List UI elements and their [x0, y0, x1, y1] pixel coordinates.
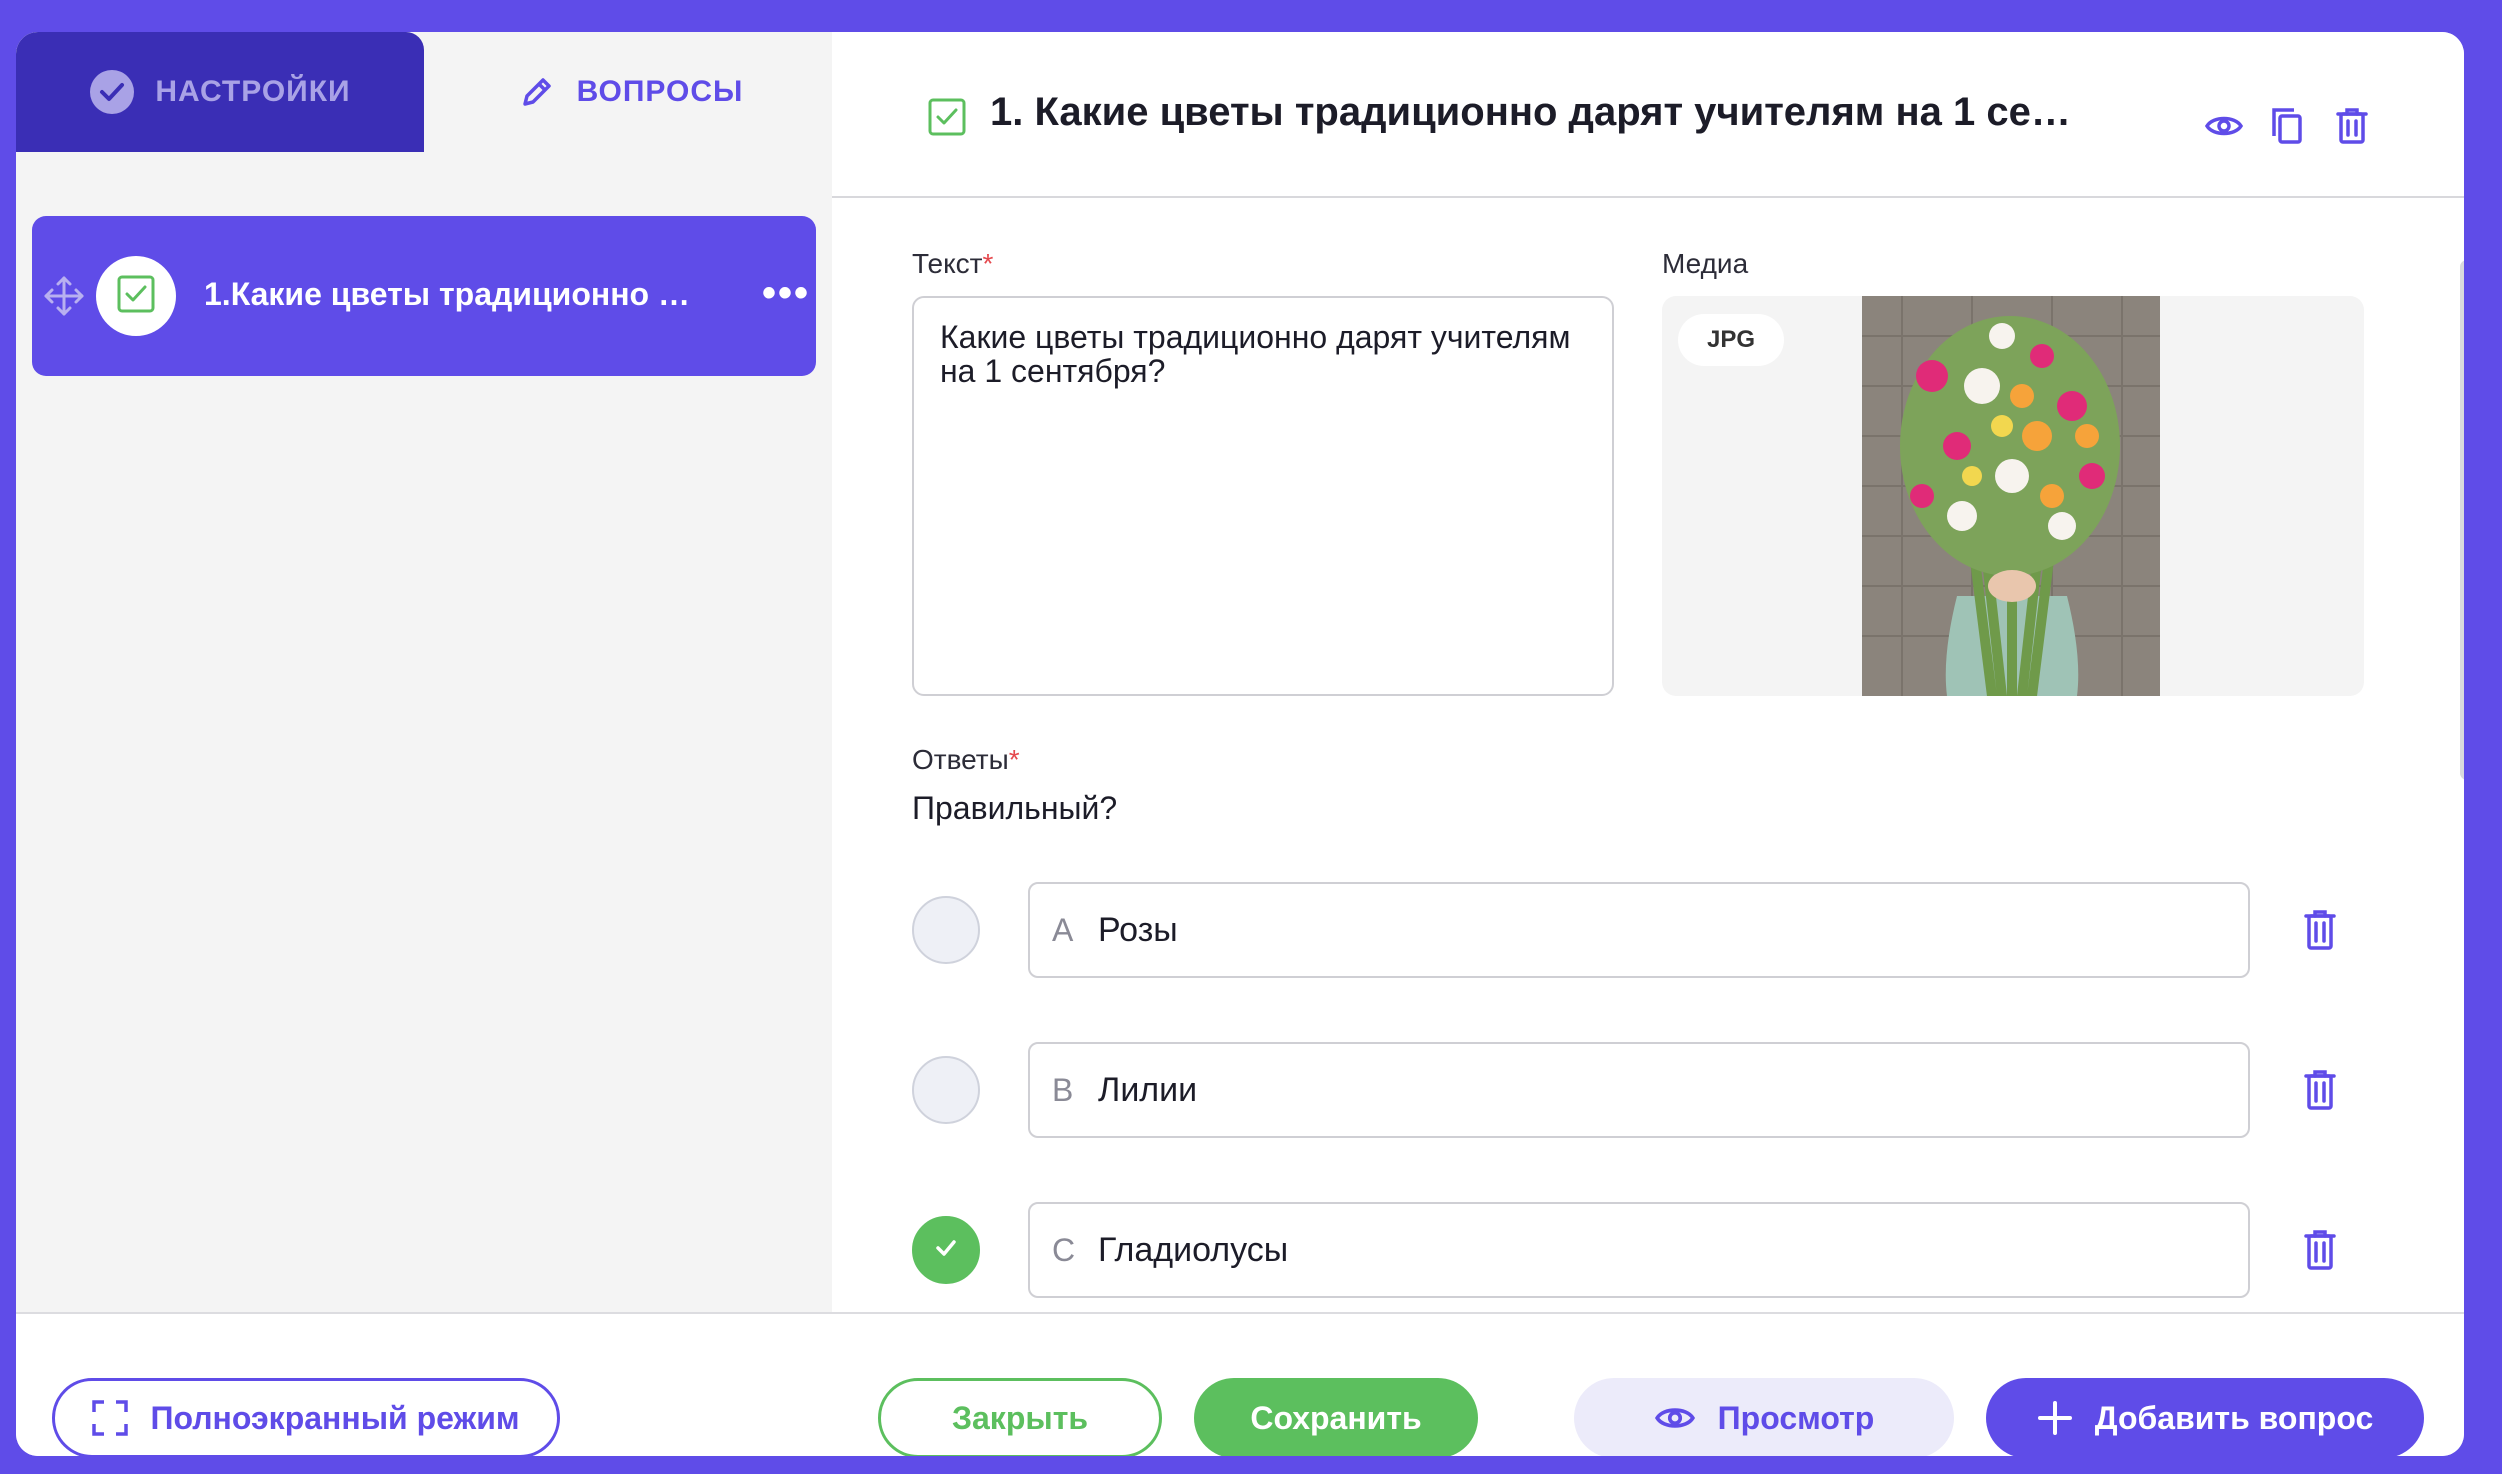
checkmark-icon — [932, 1234, 960, 1267]
answer-text: Гладиолусы — [1098, 1230, 1289, 1269]
question-form: Текст* Медиа Какие цветы традиционно дар… — [832, 200, 2464, 1312]
add-question-button[interactable]: Добавить вопрос — [1986, 1378, 2424, 1456]
delete-answer-icon[interactable] — [2300, 1228, 2340, 1277]
correct-radio[interactable] — [912, 896, 980, 964]
correct-radio[interactable] — [912, 1056, 980, 1124]
tab-bar: НАСТРОЙКИ ВОПРОСЫ — [16, 32, 832, 152]
scrollbar[interactable] — [2460, 260, 2464, 780]
tab-questions-label: ВОПРОСЫ — [576, 75, 744, 108]
answer-row: B Лилии — [912, 1042, 2336, 1138]
checkbox-icon — [117, 275, 155, 318]
add-question-label: Добавить вопрос — [2094, 1399, 2374, 1436]
answer-row: A Розы — [912, 882, 2336, 978]
answers-label: Ответы* — [912, 744, 1020, 775]
question-list-item[interactable]: 1.Какие цветы традиционно дарят учителям… — [32, 216, 816, 376]
question-list-item-title: 1.Какие цветы традиционно дарят учителям… — [204, 276, 704, 312]
close-button[interactable]: Закрыть — [878, 1378, 1162, 1456]
editor-window: НАСТРОЙКИ ВОПРОСЫ 1.Какие цветы традицио… — [16, 32, 2464, 1456]
fullscreen-icon — [92, 1400, 129, 1436]
correct-column-label: Правильный? — [912, 790, 1118, 826]
fullscreen-button[interactable]: Полноэкранный режим — [52, 1378, 560, 1456]
eye-icon — [1654, 1397, 1696, 1439]
delete-answer-icon[interactable] — [2300, 908, 2340, 957]
fullscreen-label: Полноэкранный режим — [150, 1399, 520, 1436]
questions-sidebar: НАСТРОЙКИ ВОПРОСЫ 1.Какие цветы традицио… — [16, 32, 832, 1312]
answer-letter: C — [1052, 1231, 1076, 1268]
question-text-field[interactable]: Какие цветы традиционно дарят учителям н… — [912, 296, 1614, 696]
file-type-badge: JPG — [1678, 314, 1784, 366]
answer-field[interactable]: C Гладиолусы — [1028, 1202, 2250, 1298]
answer-field[interactable]: B Лилии — [1028, 1042, 2250, 1138]
plus-icon — [2037, 1400, 2073, 1436]
tab-questions[interactable]: ВОПРОСЫ — [428, 32, 832, 152]
check-circle-icon — [89, 69, 135, 115]
answer-letter: B — [1052, 1071, 1074, 1108]
answer-letter: A — [1052, 911, 1074, 948]
copy-icon[interactable] — [2268, 106, 2308, 146]
answer-text: Лилии — [1098, 1070, 1198, 1109]
checkbox-icon — [928, 98, 966, 141]
question-type-badge — [96, 256, 176, 336]
bouquet-photo — [1862, 296, 2160, 696]
preview-button[interactable]: Просмотр — [1574, 1378, 1954, 1456]
footer-toolbar: Полноэкранный режим Закрыть Сохранить Пр… — [16, 1312, 2464, 1456]
tab-settings[interactable]: НАСТРОЙКИ — [16, 32, 424, 152]
question-title: 1. Какие цветы традиционно дарят учителя… — [990, 90, 2090, 134]
pencil-icon — [517, 72, 557, 112]
text-label: Текст* — [912, 248, 994, 279]
more-options-icon[interactable]: ••• — [762, 273, 810, 313]
answer-row: C Гладиолусы — [912, 1202, 2336, 1298]
correct-radio-checked[interactable] — [912, 1216, 980, 1284]
media-preview[interactable]: JPG — [1662, 296, 2364, 696]
answer-field[interactable]: A Розы — [1028, 882, 2250, 978]
media-label: Медиа — [1662, 248, 1749, 279]
delete-question-icon[interactable] — [2332, 106, 2372, 146]
preview-eye-icon[interactable] — [2204, 106, 2244, 146]
drag-handle-icon[interactable] — [42, 274, 86, 323]
save-button[interactable]: Сохранить — [1194, 1378, 1478, 1456]
tab-settings-label: НАСТРОЙКИ — [155, 75, 351, 108]
preview-label: Просмотр — [1717, 1399, 1875, 1436]
delete-answer-icon[interactable] — [2300, 1068, 2340, 1117]
answer-text: Розы — [1098, 910, 1178, 949]
question-header: 1. Какие цветы традиционно дарят учителя… — [832, 32, 2464, 198]
